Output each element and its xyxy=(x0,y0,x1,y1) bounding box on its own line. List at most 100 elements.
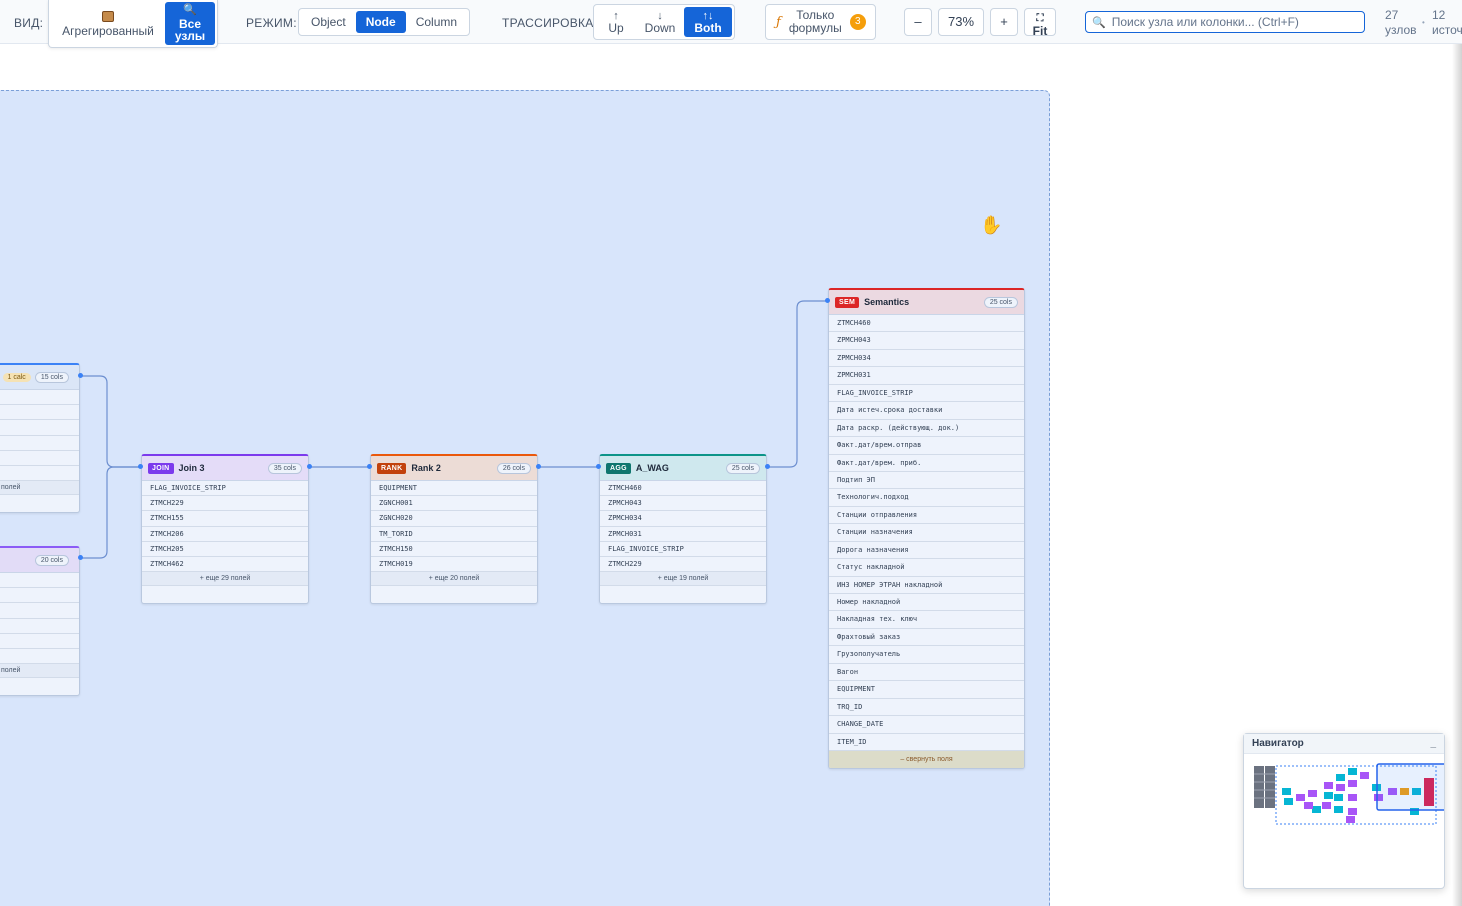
output-port[interactable] xyxy=(536,464,541,469)
column-row[interactable]: ITEM_ID xyxy=(829,734,1024,751)
column-row[interactable]: ZTMCH155 xyxy=(142,511,308,527)
column-row[interactable]: Дорога назначения xyxy=(829,542,1024,560)
minimap[interactable] xyxy=(1244,754,1444,888)
column-row[interactable]: ZGNCH001 xyxy=(371,496,537,512)
column-row[interactable] xyxy=(0,634,79,649)
trace-down-label: Down xyxy=(644,20,676,35)
fit-button[interactable]: ⛶ Fit xyxy=(1024,8,1056,37)
column-row[interactable]: Вагон xyxy=(829,664,1024,682)
column-row[interactable] xyxy=(0,451,79,466)
mode-object-button[interactable]: Object xyxy=(301,11,356,33)
column-row[interactable]: ZPMCH031 xyxy=(600,527,766,542)
view-all-nodes-button[interactable]: 🔍 Все узлы xyxy=(165,2,215,45)
node-rank2[interactable]: RANK Rank 2 26 cols EQUIPMENT ZGNCH001 Z… xyxy=(370,454,538,604)
column-row[interactable]: ZPMCH034 xyxy=(829,350,1024,368)
collapse-fields-button[interactable]: – свернуть поля xyxy=(829,750,1024,768)
more-fields[interactable]: полей xyxy=(0,664,79,679)
magnifier-icon: 🔍 xyxy=(183,4,197,16)
fit-icon: ⛶ xyxy=(1036,13,1044,24)
column-row[interactable]: Факт.дат/врем.отправ xyxy=(829,437,1024,455)
column-row[interactable]: ZTMCH229 xyxy=(142,496,308,512)
more-fields[interactable]: + еще 20 полей xyxy=(371,572,537,587)
column-row[interactable] xyxy=(0,588,79,604)
column-row[interactable]: CHANGE_DATE xyxy=(829,716,1024,734)
trace-down-button[interactable]: ↓ Down xyxy=(636,7,684,37)
column-row[interactable]: ZPMCH031 xyxy=(829,367,1024,385)
column-row[interactable]: Дата истеч.срока доставки xyxy=(829,402,1024,420)
column-row[interactable]: Технологич.подход xyxy=(829,489,1024,507)
output-port[interactable] xyxy=(78,373,83,378)
column-row[interactable]: Станции назначения xyxy=(829,524,1024,542)
column-row[interactable]: Станции отправления xyxy=(829,507,1024,525)
column-row[interactable]: ZPMCH043 xyxy=(829,332,1024,350)
trace-both-button[interactable]: ↑↓ Both xyxy=(684,7,732,37)
node-title: Join 3 xyxy=(178,463,205,473)
node-semantics[interactable]: SEM Semantics 25 cols ZTMCH460 ZPMCH043 … xyxy=(828,288,1025,769)
column-row[interactable]: Накладная тех. ключ xyxy=(829,611,1024,629)
output-port[interactable] xyxy=(765,464,770,469)
input-port[interactable] xyxy=(596,464,601,469)
node-partial-bottom[interactable]: 20 cols полей xyxy=(0,546,80,696)
column-row[interactable]: TRQ_ID xyxy=(829,699,1024,717)
column-row[interactable] xyxy=(0,603,79,619)
column-row[interactable]: ZPMCH034 xyxy=(600,511,766,527)
column-row[interactable]: FLAG_INVOICE_STRIP xyxy=(142,481,308,497)
output-port[interactable] xyxy=(307,464,312,469)
cols-badge: 25 cols xyxy=(983,296,1018,308)
column-row[interactable]: Дата раскр. (действующ. док.) xyxy=(829,420,1024,438)
zoom-out-button[interactable]: – xyxy=(904,8,932,36)
column-row[interactable] xyxy=(0,573,79,589)
column-row[interactable]: Фрахтовый заказ xyxy=(829,629,1024,647)
column-row[interactable]: ZTMCH229 xyxy=(600,557,766,573)
output-port[interactable] xyxy=(78,555,83,560)
column-row[interactable]: ZGNCH020 xyxy=(371,511,537,527)
column-row[interactable]: ZTMCH150 xyxy=(371,542,537,557)
column-row[interactable] xyxy=(0,619,79,634)
input-port[interactable] xyxy=(138,464,143,469)
column-row[interactable]: Подтип ЭП xyxy=(829,472,1024,490)
zoom-in-button[interactable]: + xyxy=(990,8,1018,36)
node-head: AGG A_WAG 25 cols xyxy=(600,456,766,481)
column-row[interactable] xyxy=(0,405,79,421)
column-row[interactable]: ZTMCH019 xyxy=(371,557,537,573)
more-fields[interactable]: + еще 19 полей xyxy=(600,572,766,587)
column-row[interactable]: ZTMCH460 xyxy=(829,315,1024,333)
node-partial-top[interactable]: 1 calc 15 cols полей xyxy=(0,363,80,513)
mode-column-button[interactable]: Column xyxy=(406,11,467,33)
formulas-only-toggle[interactable]: ƒ Только формулы 3 xyxy=(765,4,876,40)
node-title: Semantics xyxy=(864,297,910,307)
trace-up-button[interactable]: ↑ Up xyxy=(596,7,636,37)
minimize-button[interactable]: _ xyxy=(1430,738,1436,749)
search-input[interactable] xyxy=(1111,15,1352,29)
column-row[interactable]: Факт.дат/врем. приб. xyxy=(829,455,1024,472)
node-join3[interactable]: JOIN Join 3 35 cols FLAG_INVOICE_STRIP Z… xyxy=(141,454,309,604)
column-row[interactable] xyxy=(0,466,79,482)
mode-node-button[interactable]: Node xyxy=(355,11,406,33)
column-row[interactable]: ZPMCH043 xyxy=(600,496,766,512)
column-row[interactable] xyxy=(0,420,79,436)
column-row[interactable]: TM_TORID xyxy=(371,527,537,542)
column-row[interactable]: ZTMCH460 xyxy=(600,481,766,497)
input-port[interactable] xyxy=(825,298,830,303)
column-row[interactable]: FLAG_INVOICE_STRIP xyxy=(829,385,1024,403)
column-row[interactable]: Грузополучатель xyxy=(829,646,1024,664)
column-row[interactable]: ZTMCH462 xyxy=(142,557,308,573)
stat-nodes-label: узлов xyxy=(1385,23,1417,37)
column-row[interactable]: FLAG_INVOICE_STRIP xyxy=(600,542,766,557)
column-row[interactable]: ИНЗ НОМЕР ЭТРАН накладной xyxy=(829,577,1024,594)
column-row[interactable]: ZTMCH206 xyxy=(142,527,308,542)
column-row[interactable] xyxy=(0,436,79,451)
more-fields[interactable]: полей xyxy=(0,481,79,496)
more-fields[interactable]: + еще 29 полей xyxy=(142,572,308,587)
column-row[interactable]: Номер накладной xyxy=(829,594,1024,612)
node-awag[interactable]: AGG A_WAG 25 cols ZTMCH460 ZPMCH043 ZPMC… xyxy=(599,454,767,604)
node-head: 20 cols xyxy=(0,548,79,573)
column-row[interactable]: Статус накладной xyxy=(829,559,1024,577)
column-row[interactable]: ZTMCH205 xyxy=(142,542,308,557)
column-row[interactable] xyxy=(0,390,79,406)
column-row[interactable] xyxy=(0,649,79,665)
view-aggregated-button[interactable]: Агрегированный xyxy=(51,2,165,45)
column-row[interactable]: EQUIPMENT xyxy=(371,481,537,497)
column-row[interactable]: EQUIPMENT xyxy=(829,681,1024,699)
input-port[interactable] xyxy=(367,464,372,469)
